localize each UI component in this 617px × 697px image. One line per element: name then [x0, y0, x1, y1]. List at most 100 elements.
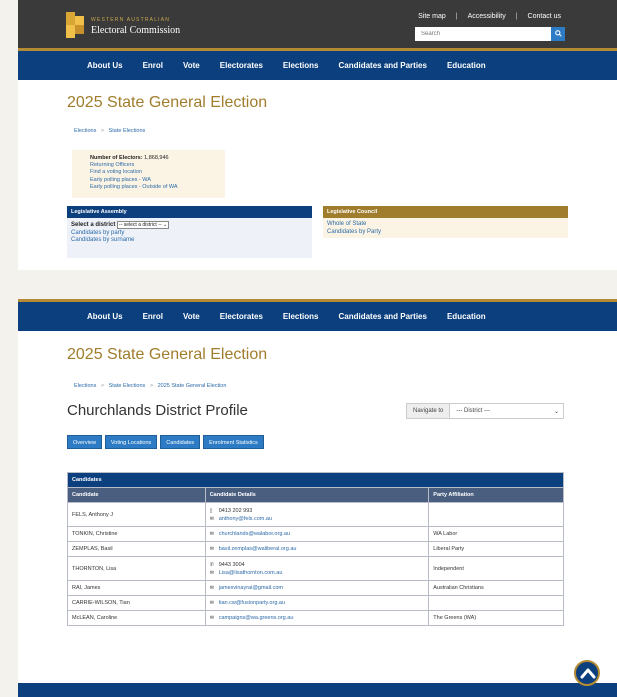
nav-electorates[interactable]: Electorates — [220, 61, 263, 70]
candidates-by-party-link[interactable]: Candidates by party — [71, 230, 308, 238]
candidate-email[interactable]: churchlands@walabor.org.au — [219, 531, 290, 537]
candidate-details: ✉ basil.zemplas@waliberal.org.au — [204, 541, 430, 557]
phone-icon: ✆ — [209, 561, 214, 568]
site-footer — [18, 683, 617, 697]
table-row: RAI, James ✉ jamesvinayrai@gmail.com Aust… — [67, 580, 564, 596]
legislative-council-panel: Legislative Council Whole of State Candi… — [323, 206, 568, 258]
breadcrumb-separator: > — [149, 383, 154, 389]
candidate-email[interactable]: campaigns@wa.greens.org.au — [219, 615, 294, 621]
navigate-to-label: Navigate to — [407, 404, 451, 418]
breadcrumb-separator: > — [100, 128, 105, 134]
returning-officers-link[interactable]: Returning Officers — [90, 162, 225, 169]
party-affiliation: WA Labor — [428, 526, 564, 542]
search-input[interactable] — [415, 27, 551, 41]
link-separator: | — [515, 13, 518, 20]
breadcrumb-separator: > — [100, 383, 105, 389]
chevron-down-icon: ⌄ — [162, 222, 168, 228]
early-polling-outside-wa-link[interactable]: Early polling places - Outside of WA — [90, 184, 225, 191]
nav-candidates-parties[interactable]: Candidates and Parties — [338, 61, 426, 70]
electors-count: Number of Electors: 1,868,946 — [90, 155, 225, 162]
nav-vote[interactable]: Vote — [183, 312, 200, 321]
election-overview: 2025 State General Election Elections > … — [18, 80, 617, 270]
link-separator: | — [455, 13, 458, 20]
party-affiliation — [428, 502, 564, 527]
envelope-icon: ✉ — [209, 515, 214, 522]
envelope-icon: ✉ — [209, 585, 214, 591]
breadcrumb-elections[interactable]: Elections — [74, 128, 96, 134]
nav-education[interactable]: Education — [447, 312, 486, 321]
table-row: CARRIE-WILSON, Tian ✉ tian.cw@fusionparty… — [67, 595, 564, 611]
breadcrumb-state-elections[interactable]: State Elections — [109, 383, 146, 389]
contact-us-link[interactable]: Contact us — [528, 13, 561, 20]
candidate-email[interactable]: anthony@fels.com.au — [219, 516, 272, 522]
candidate-phone: 9443 3004 — [218, 561, 245, 568]
candidate-details: ✉ campaigns@wa.greens.org.au — [204, 610, 430, 626]
whole-of-state-link[interactable]: Whole of State — [327, 221, 564, 229]
candidate-email[interactable]: basil.zemplas@waliberal.org.au — [219, 546, 297, 552]
waec-logo-icon[interactable] — [66, 12, 84, 38]
nav-elections[interactable]: Elections — [283, 312, 319, 321]
nav-enrol[interactable]: Enrol — [143, 61, 163, 70]
mobile-phone-icon: ▯ — [209, 507, 213, 514]
utility-links: Site map | Accessibility | Contact us — [418, 13, 561, 20]
table-row: McLEAN, Caroline ✉ campaigns@wa.greens.or… — [67, 610, 564, 626]
brand-name[interactable]: Electoral Commission — [91, 25, 180, 36]
candidate-details: ✉ tian.cw@fusionparty.org.au — [204, 595, 430, 611]
candidate-email[interactable]: tian.cw@fusionparty.org.au — [219, 600, 285, 606]
early-polling-wa-link[interactable]: Early polling places - WA — [90, 177, 225, 184]
select-district-label: Select a district — [71, 222, 116, 228]
envelope-icon: ✉ — [209, 600, 214, 606]
nav-vote[interactable]: Vote — [183, 61, 200, 70]
accessibility-link[interactable]: Accessibility — [468, 13, 506, 20]
breadcrumb: Elections > State Elections — [74, 128, 145, 134]
nav-education[interactable]: Education — [447, 61, 486, 70]
candidates-button[interactable]: Candidates — [160, 435, 201, 449]
district-select[interactable]: -- select a district -- ⌄ — [117, 221, 170, 229]
nav-enrol[interactable]: Enrol — [143, 312, 163, 321]
envelope-icon: ✉ — [209, 569, 214, 576]
candidate-name: ZEMPLAS, Basil — [67, 541, 206, 557]
candidate-email[interactable]: Lisa@lisathornton.com.au — [219, 570, 283, 576]
search-button[interactable] — [551, 27, 565, 41]
party-affiliation: Independent — [428, 556, 564, 581]
chevron-up-icon — [580, 668, 596, 679]
electors-label: Number of Electors: — [90, 155, 143, 161]
main-nav: About Us Enrol Vote Electorates Election… — [18, 48, 617, 80]
candidate-name: McLEAN, Caroline — [67, 610, 206, 626]
envelope-icon: ✉ — [209, 546, 214, 552]
candidates-table: Candidates Candidate Candidate Details P… — [67, 472, 564, 626]
voting-locations-button[interactable]: Voting Locations — [104, 435, 158, 449]
candidates-by-surname-link[interactable]: Candidates by surname — [71, 237, 308, 245]
party-affiliation: Australian Christians — [428, 580, 564, 596]
breadcrumb: Elections > State Elections > 2025 State… — [74, 383, 226, 389]
table-row: TONKIN, Christine ✉ churchlands@walabor.o… — [67, 526, 564, 542]
breadcrumb-state-elections[interactable]: State Elections — [109, 128, 146, 134]
nav-elections[interactable]: Elections — [283, 61, 319, 70]
nav-about-us[interactable]: About Us — [87, 312, 123, 321]
candidate-phone: 0413 202 993 — [218, 507, 253, 514]
party-affiliation: Liberal Party — [428, 541, 564, 557]
council-heading: Legislative Council — [323, 206, 568, 218]
council-candidates-by-party-link[interactable]: Candidates by Party — [327, 229, 564, 237]
party-affiliation — [428, 595, 564, 611]
profile-tabs: Overview Voting Locations Candidates Enr… — [67, 435, 264, 449]
nav-candidates-parties[interactable]: Candidates and Parties — [338, 312, 426, 321]
back-to-top-button[interactable] — [574, 660, 600, 686]
breadcrumb-2025-election[interactable]: 2025 State General Election — [158, 383, 227, 389]
overview-button[interactable]: Overview — [67, 435, 102, 449]
site-map-link[interactable]: Site map — [418, 13, 446, 20]
find-voting-location-link[interactable]: Find a voting location — [90, 169, 225, 176]
candidate-name: RAI, James — [67, 580, 206, 596]
nav-about-us[interactable]: About Us — [87, 61, 123, 70]
district-profile-title: Churchlands District Profile — [67, 402, 248, 419]
candidate-details: ✆ 9443 3004 ✉ Lisa@lisathornton.com.au — [204, 556, 430, 581]
table-row: THORNTON, Lisa ✆ 9443 3004 ✉ Lisa@lisathor… — [67, 556, 564, 581]
nav-electorates[interactable]: Electorates — [220, 312, 263, 321]
enrolment-statistics-button[interactable]: Enrolment Statistics — [203, 435, 264, 449]
candidate-email[interactable]: jamesvinayrai@gmail.com — [219, 585, 283, 591]
electors-value: 1,868,946 — [144, 155, 169, 161]
candidate-details: ▯ 0413 202 993 ✉ anthony@fels.com.au — [204, 502, 430, 527]
breadcrumb-elections[interactable]: Elections — [74, 383, 96, 389]
navigate-to-district[interactable]: Navigate to --- District --- ⌄ — [406, 403, 564, 419]
election-info-box: Number of Electors: 1,868,946 Returning … — [72, 150, 225, 198]
